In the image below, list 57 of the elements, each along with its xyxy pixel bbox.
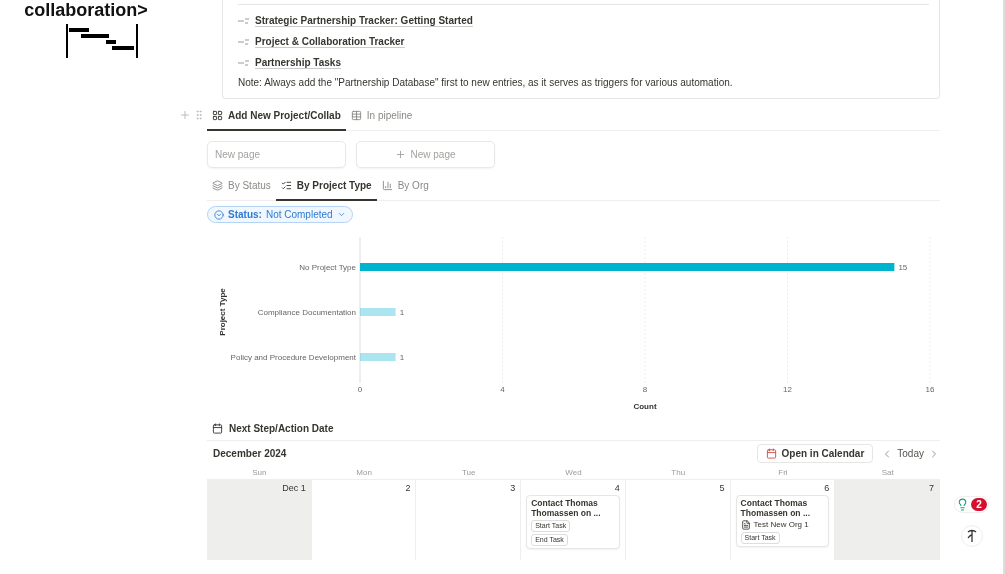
tick-label: 0 [357,385,363,394]
today-button[interactable]: Today [893,448,928,459]
page-link[interactable]: Partnership Tasks [255,56,341,69]
bar [360,308,396,316]
tick-label: 8 [642,385,648,394]
page-link-icon [238,59,249,66]
add-icon [179,109,191,121]
day-number: 7 [928,483,934,493]
chart-tab[interactable]: By Status [207,172,276,201]
page-link[interactable]: Strategic Partnership Tracker: Getting Started [255,14,473,27]
table-icon [350,110,362,121]
status-filter[interactable]: Status: Not Completed [207,206,353,223]
filter-icon [214,209,224,220]
note-text: Note: Always add the "Partnership Database" first to new entries, as it serves as triggers for various automation. [238,77,734,88]
page-heading: collaboration> [24,0,148,20]
event-title: Contact Thomas Thomassen on ... [531,498,602,518]
chart-tab[interactable]: By Project Type [275,172,377,201]
org-label: Test New Org 1 [753,520,809,530]
category-label: No Project Type [299,263,356,272]
axis-title: Project Type [218,288,227,336]
document-icon [740,520,751,530]
day-number: 3 [509,483,516,493]
layers-icon [212,180,223,191]
chart-tab[interactable]: By Org [376,172,434,201]
day-number: 4 [613,483,620,493]
event-title: Contact Thomas Thomassen on ... [740,498,811,518]
gantt-icon [65,24,138,58]
axis-title: Count [633,402,657,411]
data-label: 15 [898,263,908,272]
day-number: Dec 1 [281,483,306,493]
calendar-icon [765,448,777,459]
category-label: Policy and Procedure Development [230,353,356,362]
tick-label: 12 [783,385,792,394]
page-link[interactable]: Project & Collaboration Tracker [255,35,405,48]
tick-label: 16 [925,385,935,394]
chevron-down-icon [336,210,346,219]
list-icon [280,180,292,191]
grid-icon [212,110,223,121]
view-tab[interactable]: In pipeline [345,102,418,131]
month-label: December 2024 [213,448,288,459]
tick-label: 4 [500,385,505,394]
drag-handle-icon [193,109,205,121]
calendar-title: Next Step/Action Date [229,423,334,434]
page-link-icon [238,17,249,24]
data-label: 1 [399,308,405,317]
bar-chart-icon [381,180,393,191]
day-number: 2 [404,483,411,493]
page-link-icon [238,38,249,45]
view-tab[interactable]: Add New Project/Collab [207,102,346,131]
bar [360,353,396,361]
data-label: 1 [399,353,405,362]
open-in-calendar-button[interactable]: Open in Calendar [756,444,874,463]
calendar-icon [212,423,223,434]
day-number: 5 [718,483,725,493]
plus-icon [395,149,407,160]
category-label: Compliance Documentation [257,308,356,317]
day-number: 6 [823,483,830,493]
